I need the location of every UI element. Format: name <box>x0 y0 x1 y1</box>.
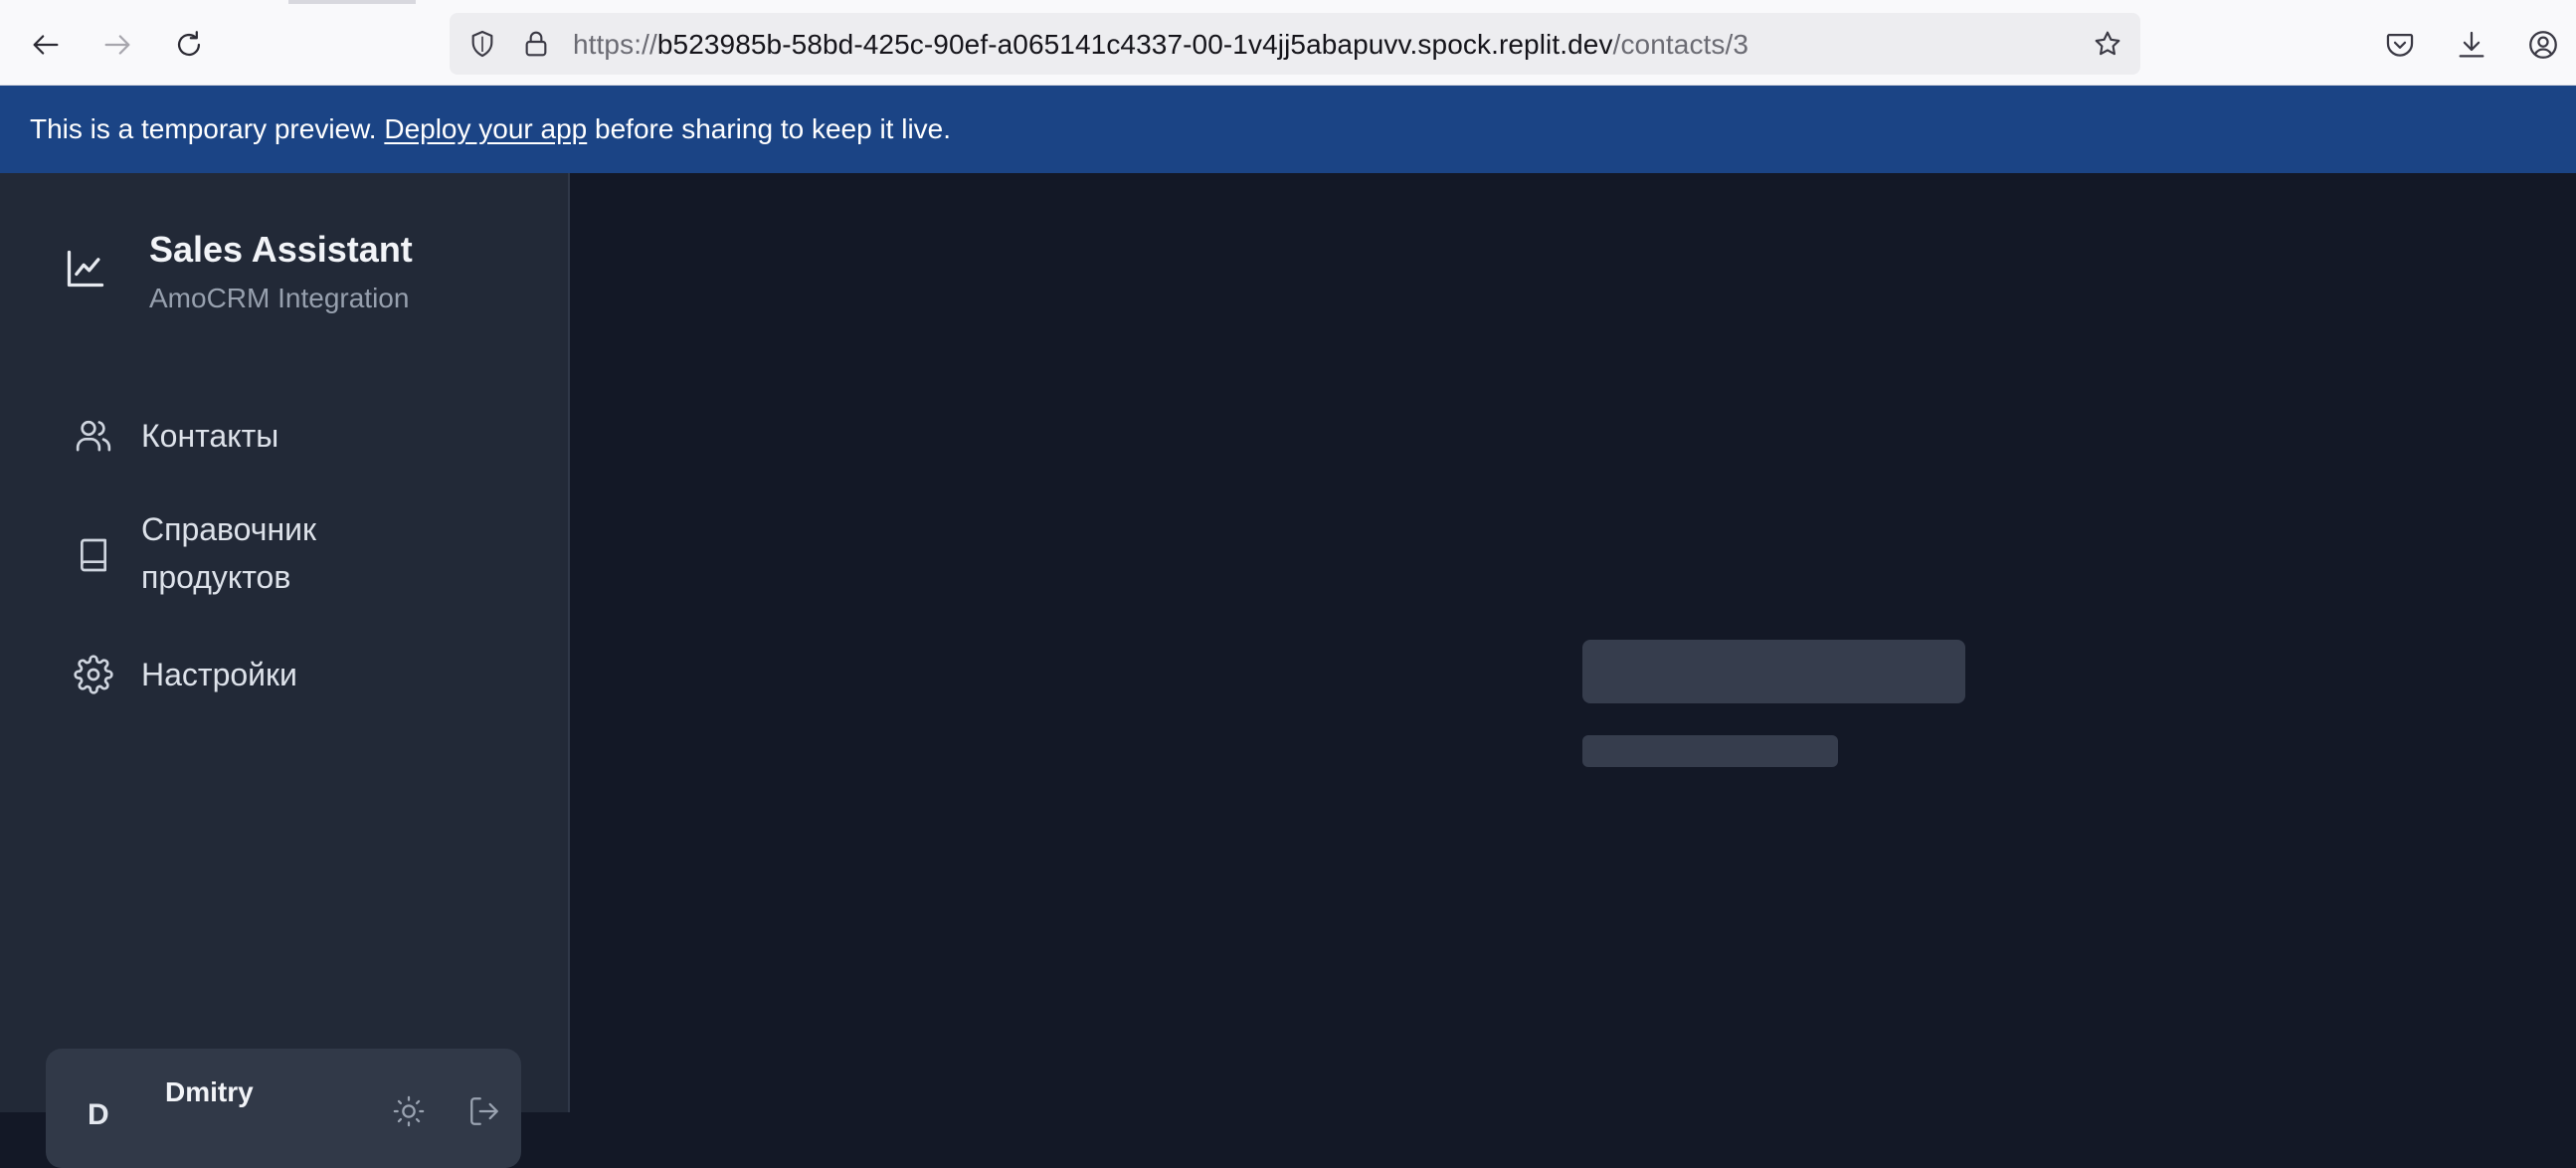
sidebar-item-label: Контакты <box>141 418 279 454</box>
deploy-link[interactable]: Deploy your app <box>384 113 587 144</box>
app-title: Sales Assistant <box>149 229 413 270</box>
users-icon <box>76 420 111 452</box>
loading-skeleton-title <box>1582 640 1965 703</box>
avatar: D <box>88 1098 109 1131</box>
sidebar-item-products[interactable]: Справочник продуктов <box>52 497 519 609</box>
sidebar: Sales Assistant AmoCRM Integration Конта… <box>0 173 570 1168</box>
loading-skeleton-line <box>1582 735 1838 767</box>
line-chart-icon <box>67 250 104 288</box>
back-arrow-icon <box>33 35 59 55</box>
account-icon <box>2529 31 2557 59</box>
star-icon <box>2095 31 2120 56</box>
banner-text-before: This is a temporary preview. <box>30 113 385 144</box>
tracking-protection-button[interactable] <box>465 27 499 61</box>
reload-icon <box>177 31 201 57</box>
tab-strip <box>288 0 416 4</box>
app-subtitle: AmoCRM Integration <box>149 283 410 313</box>
banner-text-after: before sharing to keep it live. <box>587 113 952 144</box>
logout-icon[interactable] <box>467 1094 501 1128</box>
shield-icon <box>471 30 493 58</box>
url-scheme: https:// <box>573 29 657 60</box>
user-name: Dmitry <box>165 1076 254 1107</box>
forward-arrow-icon <box>104 35 130 55</box>
sidebar-item-label: Справочник продуктов <box>141 511 316 595</box>
url-text[interactable]: https://b523985b-58bd-425c-90ef-a065141c… <box>573 29 1748 61</box>
main-content <box>572 173 2576 1112</box>
gear-icon <box>74 655 113 694</box>
account-button[interactable] <box>2519 21 2567 69</box>
reload-button[interactable] <box>165 21 213 69</box>
sidebar-item-settings[interactable]: Настройки <box>52 643 519 706</box>
book-icon <box>81 538 106 572</box>
downloads-button[interactable] <box>2448 21 2495 69</box>
url-path: /contacts/3 <box>1612 29 1749 60</box>
browser-toolbar: https://b523985b-58bd-425c-90ef-a065141c… <box>0 0 2576 86</box>
sun-icon[interactable] <box>392 1094 426 1128</box>
pocket-icon <box>2386 33 2414 57</box>
site-info-button[interactable] <box>519 27 553 61</box>
back-button[interactable] <box>22 21 70 69</box>
sidebar-item-contacts[interactable]: Контакты <box>52 404 519 468</box>
address-bar[interactable]: https://b523985b-58bd-425c-90ef-a065141c… <box>450 13 2140 75</box>
preview-banner: This is a temporary preview. Deploy your… <box>0 86 2576 173</box>
forward-button[interactable] <box>93 21 141 69</box>
pocket-button[interactable] <box>2376 21 2424 69</box>
user-card: D Dmitry <box>46 1049 521 1168</box>
url-host: b523985b-58bd-425c-90ef-a065141c4337-00-… <box>656 29 1613 60</box>
sidebar-item-label: Настройки <box>141 657 297 692</box>
bookmark-button[interactable] <box>2091 27 2124 61</box>
download-icon <box>2459 31 2484 58</box>
lock-icon <box>525 31 547 57</box>
